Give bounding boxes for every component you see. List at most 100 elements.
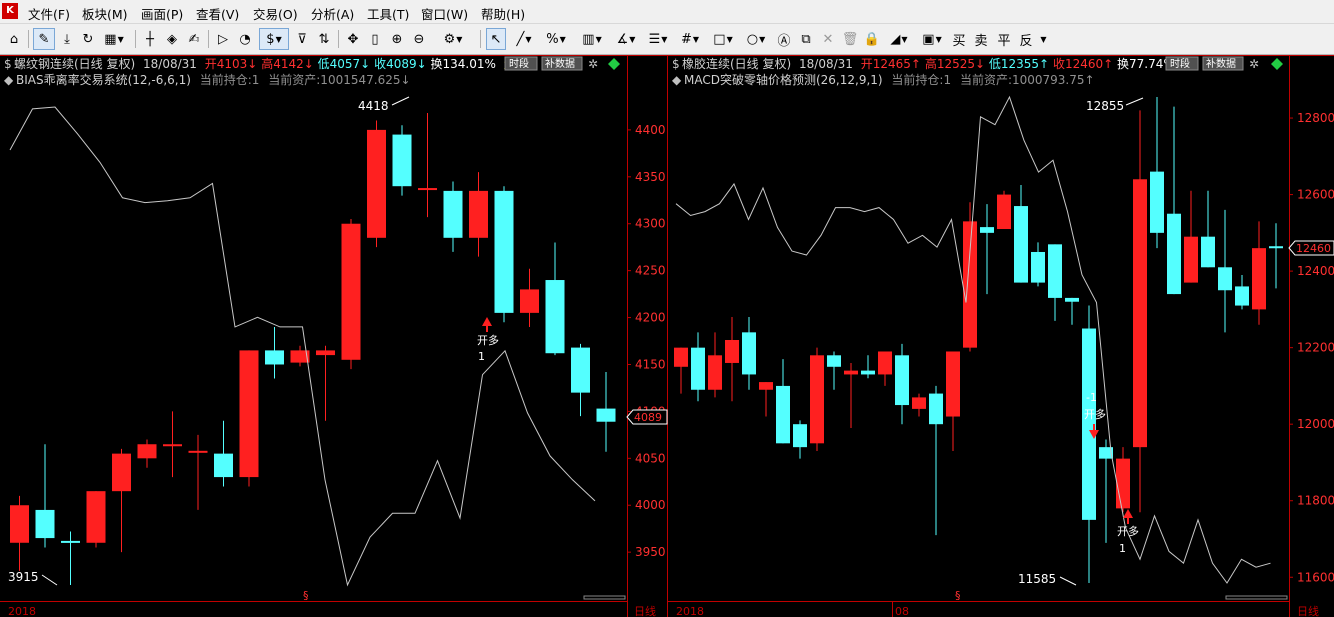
candle-body[interactable] <box>571 347 590 393</box>
candle-body[interactable] <box>912 397 926 409</box>
candle-body[interactable] <box>861 370 875 375</box>
candle-body[interactable] <box>392 134 412 187</box>
candle-body[interactable] <box>545 280 565 354</box>
hash-grid-icon[interactable]: # ▼ <box>676 28 704 50</box>
right-gear-icon[interactable]: ✲ <box>1249 57 1259 71</box>
candle-body[interactable] <box>827 355 841 367</box>
settings-icon[interactable]: ⚙ ▼ <box>439 28 467 50</box>
menu-tools[interactable]: 工具(T) <box>367 4 409 23</box>
toolbar-more-icon[interactable]: ▼ <box>1037 28 1049 50</box>
menu-window[interactable]: 窗口(W) <box>421 4 468 23</box>
candle-body[interactable] <box>86 491 106 543</box>
candle-body[interactable] <box>1065 297 1079 302</box>
candle-body[interactable] <box>742 332 756 375</box>
candle-body[interactable] <box>1201 236 1215 268</box>
close-position-button[interactable]: 平 <box>995 28 1013 50</box>
right-period-label[interactable]: 日线 <box>1297 604 1319 617</box>
refresh-icon[interactable]: ↻ <box>79 28 97 50</box>
color-fill-icon[interactable]: ◢ ▼ <box>885 28 913 50</box>
candle-body[interactable] <box>494 190 514 313</box>
right-tag-time[interactable]: 时段 <box>1170 57 1190 70</box>
candle-body[interactable] <box>878 351 892 375</box>
candle-body[interactable] <box>980 227 994 233</box>
timer-icon[interactable]: ◔ <box>236 28 254 50</box>
draw-pencil-icon[interactable]: ✎ <box>33 28 55 50</box>
candle-body[interactable] <box>708 355 722 390</box>
candle-body[interactable] <box>367 129 386 238</box>
cursor-icon[interactable]: ↖ <box>486 28 506 50</box>
menu-file[interactable]: 文件(F) <box>28 4 70 23</box>
fib-lines-icon[interactable]: ☰ ▼ <box>644 28 672 50</box>
percent-icon[interactable]: % ▼ <box>542 28 570 50</box>
candle-body[interactable] <box>137 444 157 459</box>
menu-view-screen[interactable]: 画面(P) <box>141 4 183 23</box>
diamond-icon[interactable]: ◈ <box>163 28 181 50</box>
candle-body[interactable] <box>596 408 616 422</box>
bar-icon[interactable]: ▯ <box>366 28 384 50</box>
candle-body[interactable] <box>214 453 233 478</box>
candle-body[interactable] <box>946 351 960 417</box>
circle-icon[interactable]: ○ ▼ <box>742 28 770 50</box>
left-tag-time[interactable]: 时段 <box>509 57 529 70</box>
candle-body[interactable] <box>1167 213 1181 295</box>
right-tag-fill-data[interactable]: 补数据 <box>1206 57 1236 70</box>
charts-svg[interactable]: 3950400040504100415042004250430043504400… <box>0 55 1334 617</box>
menu-help[interactable]: 帮助(H) <box>481 4 525 23</box>
candle-body[interactable] <box>674 347 688 367</box>
candle-body[interactable] <box>1133 179 1147 448</box>
candle-body[interactable] <box>520 289 539 313</box>
candle-body[interactable] <box>443 190 463 238</box>
swap-icon[interactable]: ⇅ <box>315 28 333 50</box>
menu-analysis[interactable]: 分析(A) <box>311 4 354 23</box>
candle-body[interactable] <box>61 540 80 543</box>
line-tool-icon[interactable]: ╱ ▼ <box>510 28 538 50</box>
style-icon[interactable]: ▣ ▼ <box>918 28 946 50</box>
candle-body[interactable] <box>1048 244 1062 298</box>
angle-icon[interactable]: ∡ ▼ <box>612 28 640 50</box>
reverse-button[interactable]: 反 <box>1017 28 1035 50</box>
candle-body[interactable] <box>1235 286 1249 306</box>
candle-body[interactable] <box>963 221 977 348</box>
candle-body[interactable] <box>1218 267 1232 291</box>
sell-button[interactable]: 卖 <box>972 28 990 50</box>
candle-body[interactable] <box>1150 171 1164 233</box>
candle-body[interactable] <box>997 194 1011 230</box>
candle-body[interactable] <box>691 347 705 390</box>
copy-icon[interactable]: ⧉ <box>797 28 815 50</box>
menu-view[interactable]: 查看(V) <box>196 4 239 23</box>
download-icon[interactable]: ⤓ <box>58 28 76 50</box>
play-icon[interactable]: ▷ <box>214 28 232 50</box>
zoom-out-icon[interactable]: ⊖ <box>410 28 428 50</box>
candle-body[interactable] <box>35 509 55 539</box>
menu-trade[interactable]: 交易(O) <box>253 4 298 23</box>
candle-body[interactable] <box>725 340 739 363</box>
buy-button[interactable]: 买 <box>950 28 968 50</box>
candle-body[interactable] <box>316 350 335 356</box>
candlestick-icon[interactable]: ┼ <box>141 28 159 50</box>
edit-icon[interactable]: ✍ <box>185 28 203 50</box>
candle-body[interactable] <box>239 350 259 478</box>
menu-sector[interactable]: 板块(M) <box>82 4 128 23</box>
candle-body[interactable] <box>418 188 437 191</box>
candle-body[interactable] <box>1184 236 1198 283</box>
home-icon[interactable]: ⌂ <box>4 28 24 50</box>
candle-body[interactable] <box>1252 248 1266 310</box>
filter-icon[interactable]: ⊽ <box>293 28 311 50</box>
candle-body[interactable] <box>1014 206 1028 283</box>
candle-body[interactable] <box>112 453 131 492</box>
candle-body[interactable] <box>265 350 284 365</box>
lock-icon[interactable]: 🔒 <box>863 28 881 50</box>
candle-body[interactable] <box>895 355 909 406</box>
candle-body[interactable] <box>776 385 790 444</box>
left-period-label[interactable]: 日线 <box>634 604 656 617</box>
candle-body[interactable] <box>163 444 182 447</box>
candle-body[interactable] <box>844 370 858 375</box>
text-a-icon[interactable]: Ⓐ <box>775 28 793 50</box>
layout-grid-icon[interactable]: ▦ ▼ <box>100 28 128 50</box>
candle-body[interactable] <box>929 393 943 425</box>
candle-body[interactable] <box>469 190 488 238</box>
move-icon[interactable]: ✥ <box>344 28 362 50</box>
candle-body[interactable] <box>1116 458 1130 509</box>
zoom-in-icon[interactable]: ⊕ <box>388 28 406 50</box>
trash-icon[interactable]: 🗑 <box>841 28 859 50</box>
